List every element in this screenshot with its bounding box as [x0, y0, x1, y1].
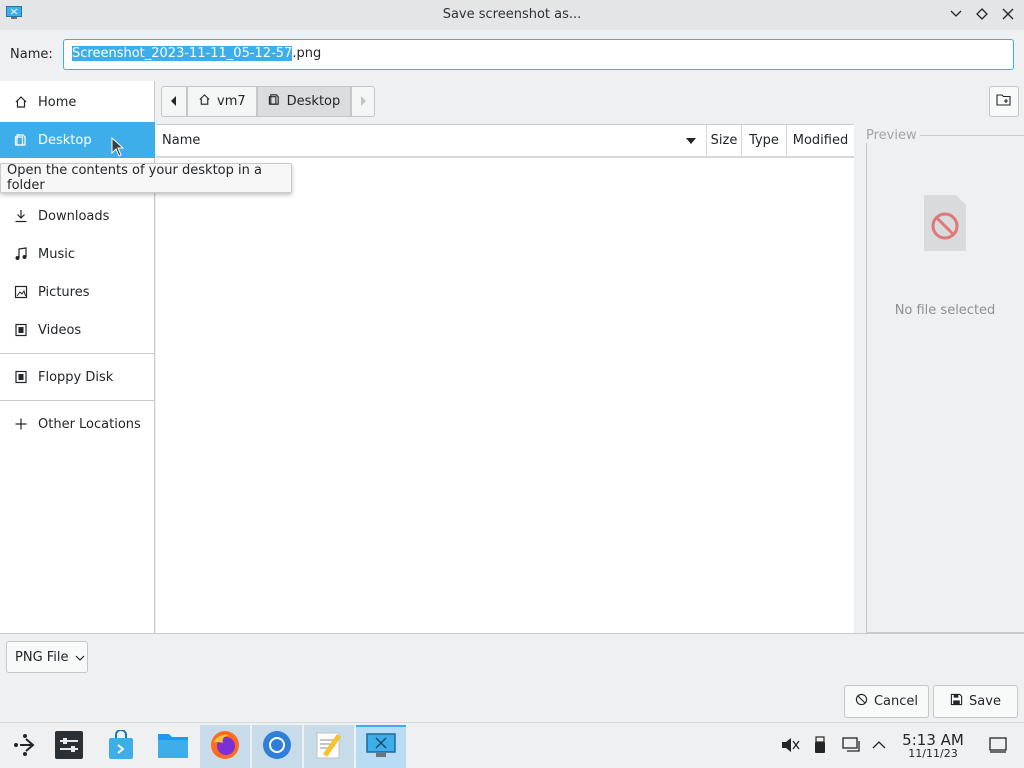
taskbar	[0, 722, 1024, 768]
name-label: Name:	[10, 47, 53, 62]
sidebar-item-label: Other Locations	[38, 416, 141, 432]
sort-down-icon	[686, 133, 696, 148]
firefox-icon	[209, 729, 241, 765]
sidebar-item-home[interactable]: Home	[0, 84, 155, 120]
screenshot-tool-taskbar-button[interactable]	[356, 725, 406, 768]
sidebar-item-label: Pictures	[38, 284, 90, 300]
sidebar-item-label: Music	[38, 246, 75, 262]
path-crumb-label: vm7	[217, 93, 246, 109]
save-button[interactable]: Save	[933, 685, 1018, 718]
close-button[interactable]	[1000, 6, 1016, 22]
desktop-folder-icon	[14, 133, 28, 147]
header-divider	[156, 157, 854, 158]
path-crumb-label: Desktop	[286, 93, 341, 109]
chromium-icon	[262, 730, 292, 764]
filename-selected-text: Screenshot_2023-11-11_05-12-57	[72, 46, 293, 61]
launcher-icon	[13, 733, 37, 761]
chevron-down-icon	[75, 650, 85, 665]
new-folder-icon	[996, 93, 1012, 111]
text-editor-taskbar-button[interactable]	[304, 725, 354, 768]
new-folder-button[interactable]	[989, 86, 1019, 117]
title-bar: Save screenshot as...	[0, 0, 1024, 30]
file-list[interactable]: Name Size Type Modified	[156, 124, 854, 633]
desktop-folder-icon	[268, 93, 281, 110]
cancel-icon	[855, 693, 868, 710]
sidebar-item-pictures[interactable]: Pictures	[0, 274, 155, 310]
bottom-divider	[0, 633, 1024, 634]
text-editor-icon	[315, 730, 343, 764]
sidebar-item-label: Videos	[38, 322, 82, 338]
home-icon	[198, 93, 211, 110]
plus-icon	[14, 417, 28, 431]
download-icon	[14, 209, 28, 223]
maximize-button[interactable]	[974, 6, 990, 22]
file-type-filter[interactable]: PNG File	[6, 641, 88, 673]
show-desktop-icon[interactable]	[988, 735, 1008, 755]
discover-store-taskbar-button[interactable]	[96, 725, 146, 768]
minimize-button[interactable]	[948, 6, 964, 22]
folder-icon	[157, 731, 189, 763]
chevron-up-icon[interactable]	[869, 735, 889, 755]
floppy-icon	[14, 370, 28, 384]
music-icon	[14, 247, 28, 261]
save-label: Save	[969, 694, 1001, 709]
sidebar-item-floppy-disk[interactable]: Floppy Disk	[0, 359, 155, 395]
cancel-button[interactable]: Cancel	[844, 685, 929, 718]
path-crumb-desktop[interactable]: Desktop	[256, 85, 352, 117]
application-launcher-button[interactable]	[0, 725, 50, 768]
settings-icon	[54, 730, 84, 764]
sidebar-item-downloads[interactable]: Downloads	[0, 198, 155, 234]
save-icon	[950, 693, 963, 710]
column-header-label: Modified	[792, 133, 849, 148]
volume-muted-icon[interactable]	[780, 735, 800, 755]
column-header-label: Type	[749, 133, 779, 148]
system-settings-taskbar-button[interactable]	[44, 725, 94, 768]
no-file-selected-text: No file selected	[894, 303, 996, 318]
filename-extension: .png	[292, 46, 322, 61]
window-title: Save screenshot as...	[442, 7, 582, 22]
sidebar-item-label: Home	[38, 94, 77, 110]
sidebar-separator	[0, 400, 155, 401]
cancel-label: Cancel	[873, 694, 919, 709]
chromium-taskbar-button[interactable]	[252, 725, 302, 768]
store-bag-icon	[107, 729, 135, 764]
pictures-icon	[14, 285, 28, 299]
sidebar-item-label: Floppy Disk	[38, 369, 114, 385]
sidebar-item-desktop[interactable]: Desktop	[0, 122, 155, 158]
sidebar-separator	[0, 353, 155, 354]
path-crumb-vm7[interactable]: vm7	[187, 85, 257, 117]
network-wired-icon[interactable]	[841, 735, 861, 755]
column-header-name[interactable]: Name	[156, 125, 706, 157]
sidebar-item-label: Downloads	[38, 208, 110, 224]
column-header-label: Name	[162, 133, 201, 148]
videos-icon	[14, 323, 28, 337]
home-icon	[14, 95, 28, 109]
filter-value: PNG File	[15, 649, 69, 665]
sidebar-item-music[interactable]: Music	[0, 236, 155, 272]
preview-label: Preview	[866, 128, 920, 143]
sidebar-tooltip: Open the contents of your desktop in a f…	[0, 163, 292, 193]
filename-input[interactable]: Screenshot_2023-11-11_05-12-57.png	[63, 39, 1014, 70]
path-bar: vm7 Desktop	[161, 85, 376, 117]
sidebar-item-videos[interactable]: Videos	[0, 312, 155, 348]
sidebar-item-label: Desktop	[38, 132, 92, 148]
column-header-modified[interactable]: Modified	[787, 125, 854, 157]
firefox-taskbar-button[interactable]	[200, 725, 250, 768]
usb-device-icon[interactable]	[810, 735, 830, 755]
name-row: Name: Screenshot_2023-11-11_05-12-57.png	[0, 30, 1024, 78]
path-back-button[interactable]	[161, 85, 187, 117]
column-header-size[interactable]: Size	[707, 125, 741, 157]
no-preview-icon	[922, 193, 968, 253]
clock-date[interactable]: 11/11/23	[896, 747, 970, 760]
column-header-label: Size	[710, 133, 738, 148]
column-header-type[interactable]: Type	[742, 125, 786, 157]
sidebar-item-other-locations[interactable]: Other Locations	[0, 406, 155, 442]
path-forward-button[interactable]	[351, 85, 376, 117]
file-manager-taskbar-button[interactable]	[148, 725, 198, 768]
mouse-cursor-icon	[111, 136, 125, 161]
screenshot-monitor-icon	[366, 733, 396, 763]
